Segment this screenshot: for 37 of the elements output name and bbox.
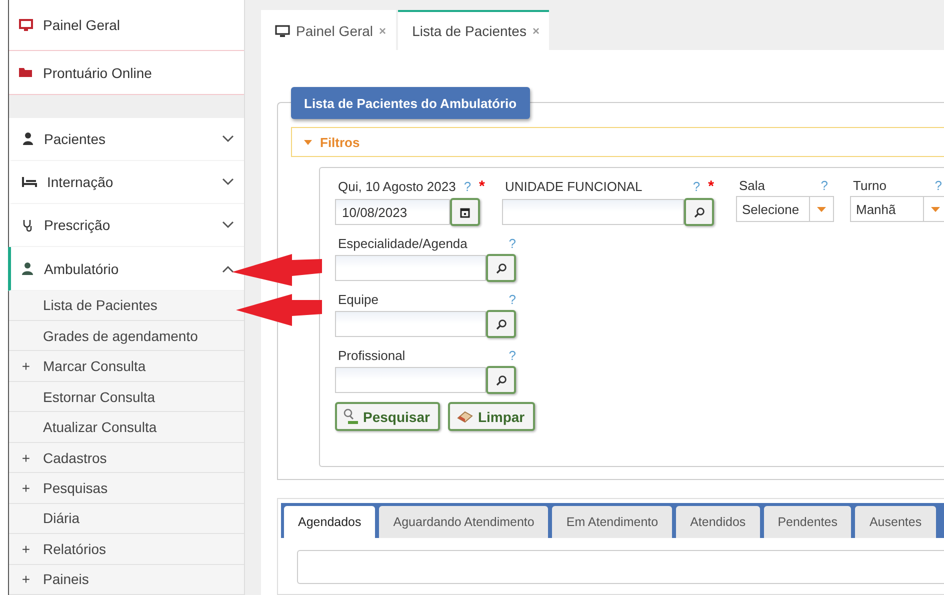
field-label: Qui, 10 Agosto 2023 <box>338 179 456 194</box>
tab[interactable]: Pendentes <box>764 506 852 538</box>
submenu-item[interactable]: + Marcar Consulta <box>9 351 244 382</box>
required-mark: * <box>479 178 485 195</box>
tab[interactable]: Ausentes <box>855 506 936 538</box>
tab[interactable]: Painel Geral × <box>261 10 396 50</box>
submenu-item[interactable]: + Relatórios <box>9 534 244 565</box>
submenu-item[interactable]: + Cadastros <box>9 442 244 474</box>
tab[interactable]: Atendidos <box>676 506 760 538</box>
submenu-item[interactable]: + Pesquisas <box>9 473 244 504</box>
tab[interactable]: Lista de Pacientes × <box>398 10 550 50</box>
submenu-item[interactable]: Atualizar Consulta <box>9 412 244 443</box>
submenu-item[interactable]: Lista de Pacientes <box>9 290 244 322</box>
submenu-item[interactable]: + Paineis <box>9 564 244 595</box>
input-field[interactable]: 10/08/2023 <box>335 199 450 225</box>
search-button[interactable]: Pesquisar <box>335 402 440 431</box>
submenu-item[interactable]: Diária <box>9 504 244 534</box>
select-field[interactable]: Selecione <box>736 196 834 222</box>
field-label: UNIDADE FUNCIONAL <box>505 179 642 194</box>
field-label: Turno <box>853 178 886 193</box>
field-label: Sala <box>739 178 766 193</box>
tab[interactable]: Em Atendimento <box>552 506 672 538</box>
sidebar-menu-item[interactable]: Internação <box>9 161 244 204</box>
sidebar-menu-item[interactable]: Pacientes <box>9 118 244 161</box>
submenu-item[interactable]: Estornar Consulta <box>9 382 244 412</box>
section-title: Lista de Pacientes do Ambulatório <box>291 87 530 119</box>
submenu-item[interactable]: Grades de agendamento <box>9 321 244 352</box>
sidebar-menu-item[interactable]: Prescrição <box>9 204 244 248</box>
clear-button[interactable]: Limpar <box>448 402 535 431</box>
select-field[interactable]: Manhã <box>850 196 944 222</box>
sidebar-item[interactable]: Painel Geral <box>9 0 244 52</box>
field-label: Equipe <box>338 292 378 307</box>
field-label: Profissional <box>338 348 406 363</box>
tab[interactable]: Agendados <box>284 506 376 538</box>
field-label: Especialidade/Agenda <box>338 236 468 251</box>
required-mark: * <box>708 178 714 195</box>
tab[interactable]: Aguardando Atendimento <box>379 506 548 538</box>
